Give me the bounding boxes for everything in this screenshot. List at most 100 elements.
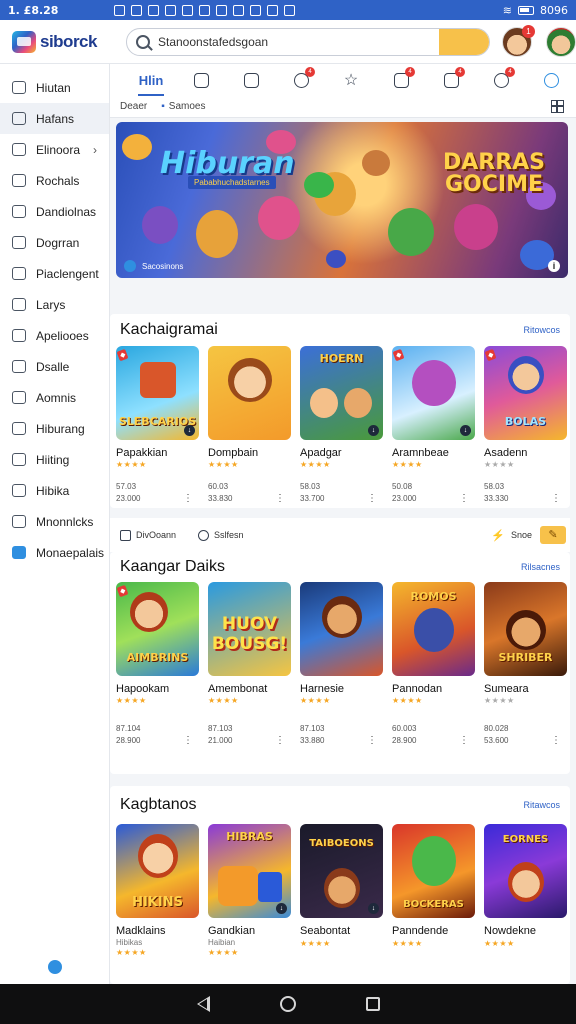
download-icon[interactable]: ↓	[184, 425, 195, 436]
app-logo[interactable]: siborck	[12, 30, 108, 53]
game-card[interactable]: HIKINS Madklains Hibikas ★★★★	[116, 824, 199, 957]
more-vert-icon[interactable]: ⋮	[275, 493, 285, 505]
jelly-blob	[258, 196, 300, 240]
more-vert-icon[interactable]: ⋮	[367, 493, 377, 505]
sidebar-item-dandiolnas[interactable]: Dandiolnas	[0, 196, 109, 227]
tab-hlin[interactable]: Hlin	[126, 64, 176, 96]
sidebar-item-home[interactable]: Hiutan	[0, 72, 109, 103]
game-card[interactable]: HOERN ↓ Apadgar ★★★★ 58.03 33.700 ⋮	[300, 346, 383, 505]
category-icon	[12, 143, 26, 156]
tab-book[interactable]	[176, 64, 226, 96]
sidebar-item-apeliooes[interactable]: Apeliooes	[0, 320, 109, 351]
sidebar-item-monaepalais[interactable]: Monaepalais	[0, 537, 109, 568]
window-icon	[12, 391, 26, 404]
sidebar-item-dogrran[interactable]: Dogrran	[0, 227, 109, 258]
sidebar-item-aomnis[interactable]: Aomnis	[0, 382, 109, 413]
tab-smile[interactable]: 4	[426, 64, 476, 96]
more-vert-icon[interactable]: ⋮	[183, 735, 193, 747]
tab-gift[interactable]: 4	[376, 64, 426, 96]
game-name: Papakkian	[116, 447, 168, 459]
notification-icon	[114, 4, 126, 16]
sidebar-item-mnonnlcks[interactable]: Mnonnlcks	[0, 506, 109, 537]
filter-button[interactable]: ✎	[540, 526, 566, 544]
sub-toolbar-right[interactable]: Samoes	[169, 101, 206, 112]
filter-left[interactable]: DivOoann	[136, 530, 176, 540]
sidebar-item-elinoora[interactable]: Elinoora ›	[0, 134, 109, 165]
tab-star[interactable]: ☆	[326, 64, 376, 96]
tab-bell[interactable]: 4	[476, 64, 526, 96]
download-icon[interactable]: ↓	[368, 903, 379, 914]
game-card[interactable]: SHRIBER Sumeara ★★★★ 80.028 53.600 ⋮	[484, 582, 567, 747]
sidebar-item-label: Hiiting	[36, 452, 70, 467]
game-card[interactable]: Harnesie ★★★★ 87.103 33.880 ⋮	[300, 582, 383, 747]
search-button[interactable]	[439, 28, 489, 55]
grid-view-icon[interactable]	[551, 100, 564, 113]
rating-stars: ★★★★	[208, 696, 239, 705]
checkbox-icon[interactable]	[120, 529, 131, 541]
sidebar-item-label: Hibika	[36, 483, 70, 498]
bolt-icon: ⚡	[491, 529, 505, 542]
back-icon[interactable]	[196, 996, 210, 1012]
game-name: Harnesie	[300, 683, 345, 695]
sidebar-footer[interactable]	[46, 960, 64, 974]
avatar[interactable]: 1	[502, 24, 535, 57]
more-vert-icon[interactable]: ⋮	[459, 735, 469, 747]
search-input[interactable]	[158, 34, 439, 49]
game-card[interactable]: EORNES Nowdekne ★★★★	[484, 824, 567, 957]
radio-icon[interactable]	[198, 529, 210, 541]
calendar-icon	[12, 453, 26, 466]
hero-banner[interactable]: Hiburan Pababhuchadstarnes DARRAS GOCIME…	[116, 122, 568, 278]
tab-share[interactable]	[526, 64, 576, 96]
home-button-icon[interactable]	[279, 996, 296, 1012]
more-vert-icon[interactable]: ⋮	[183, 493, 193, 505]
sidebar-item-rochals[interactable]: Rochals	[0, 165, 109, 196]
profile-avatar[interactable]	[546, 26, 576, 57]
more-vert-icon[interactable]: ⋮	[551, 493, 561, 505]
download-icon[interactable]: ↓	[460, 425, 471, 436]
filter-middle[interactable]: Sslfesn	[214, 530, 244, 540]
tab-chat[interactable]: 4	[276, 64, 326, 96]
game-card[interactable]: ◆ AIMBRINS Hapookam ★★★★ 87.104 28.900 ⋮	[116, 582, 199, 747]
see-more-link[interactable]: Rilsacnes	[521, 562, 560, 572]
sidebar-item-hafans[interactable]: Hafans	[0, 103, 109, 134]
game-card[interactable]: TAIBOEONS ↓ Seabontat ★★★★	[300, 824, 383, 957]
sidebar-item-dsalle[interactable]: Dsalle	[0, 351, 109, 382]
thumb-title: EORNES	[502, 834, 549, 845]
app-header: siborck 1	[0, 20, 576, 64]
see-more-link[interactable]: Ritawcos	[523, 800, 560, 810]
sub-toolbar-left[interactable]: Deaer	[120, 101, 147, 112]
sidebar-item-hiiting[interactable]: Hiiting	[0, 444, 109, 475]
game-card[interactable]: BOCKERAS Panndende ★★★★	[392, 824, 475, 957]
game-card[interactable]: ◆ ↓ Aramnbeae ★★★★ 50.08 23.000 ⋮	[392, 346, 475, 505]
game-card[interactable]: HUOV BOUSG! Amembonat ★★★★ 87.103 21.000 ⋮	[208, 582, 291, 747]
battery-icon	[518, 5, 534, 15]
more-vert-icon[interactable]: ⋮	[367, 735, 377, 747]
sidebar-item-piaclengent[interactable]: Piaclengent	[0, 258, 109, 289]
download-icon[interactable]: ↓	[276, 903, 287, 914]
meta-line: 60.003	[392, 724, 417, 733]
game-card[interactable]: ◆ BOLAS Asadenn ★★★★ 58.03 33.330 ⋮	[484, 346, 567, 505]
see-more-link[interactable]: Ritowcos	[523, 325, 560, 335]
download-icon[interactable]: ↓	[368, 425, 379, 436]
game-card[interactable]: HIBRAS ↓ Gandkian Haibian ★★★★	[208, 824, 291, 957]
filter-right-label[interactable]: Snoe	[511, 530, 532, 540]
info-icon[interactable]: i	[548, 260, 560, 272]
sidebar-item-hibika[interactable]: Hibika	[0, 475, 109, 506]
game-thumbnail: HIBRAS ↓	[208, 824, 291, 918]
recents-icon[interactable]	[365, 997, 380, 1011]
game-card[interactable]: Dompbain ★★★★ 60.03 33.830 ⋮	[208, 346, 291, 505]
more-vert-icon[interactable]: ⋮	[551, 735, 561, 747]
game-card[interactable]: ROMOS Pannodan ★★★★ 60.003 28.900 ⋮	[392, 582, 475, 747]
game-card[interactable]: ◆ SLEBCARIOS ↓ Papakkian ★★★★ 57.03 23.00…	[116, 346, 199, 505]
meta-line: 87.104	[116, 724, 141, 733]
meta-line: 58.03	[300, 482, 321, 491]
game-meta: 87.104 28.900 ⋮	[116, 723, 199, 747]
sidebar: Hiutan Hafans Elinoora › Rochals Dandioln…	[0, 64, 110, 984]
game-thumbnail: ◆ BOLAS	[484, 346, 567, 440]
notification-icon	[199, 4, 211, 16]
sidebar-item-larys[interactable]: Larys	[0, 289, 109, 320]
more-vert-icon[interactable]: ⋮	[275, 735, 285, 747]
sidebar-item-hiburang[interactable]: Hiburang	[0, 413, 109, 444]
tab-controller[interactable]	[226, 64, 276, 96]
more-vert-icon[interactable]: ⋮	[459, 493, 469, 505]
